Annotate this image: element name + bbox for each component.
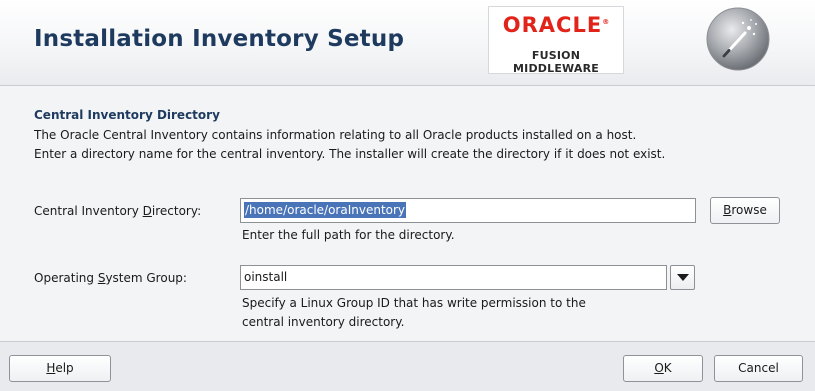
- ok-button[interactable]: OK: [623, 355, 703, 382]
- os-group-hint-line-1: Specify a Linux Group ID that has write …: [242, 296, 586, 310]
- page-title: Installation Inventory Setup: [34, 26, 405, 52]
- cancel-button[interactable]: Cancel: [714, 355, 803, 382]
- inventory-directory-hint: Enter the full path for the directory.: [242, 228, 455, 242]
- description-line-1: The Oracle Central Inventory contains in…: [34, 128, 637, 142]
- os-group-label: Operating System Group:: [34, 271, 187, 285]
- wizard-wand-icon: [705, 6, 771, 72]
- oracle-logo-text: ORACLE®: [502, 13, 610, 37]
- help-button[interactable]: Help: [9, 355, 111, 382]
- content-panel: Central Inventory Directory The Oracle C…: [0, 86, 815, 340]
- os-group-hint-line-2: central inventory directory.: [242, 315, 405, 329]
- inventory-directory-label: Central Inventory Directory:: [34, 204, 202, 218]
- inventory-directory-input[interactable]: /home/oracle/oraInventory: [240, 198, 696, 223]
- inventory-directory-value: /home/oracle/oraInventory: [244, 202, 407, 218]
- description-line-2: Enter a directory name for the central i…: [34, 147, 666, 161]
- os-group-select[interactable]: oinstall: [240, 265, 667, 290]
- section-title: Central Inventory Directory: [34, 108, 220, 122]
- header-banner: Installation Inventory Setup ORACLE® FUS…: [0, 0, 815, 86]
- oracle-logo: ORACLE® FUSION MIDDLEWARE: [488, 6, 624, 75]
- os-group-dropdown-button[interactable]: [670, 265, 695, 290]
- browse-button[interactable]: Browse: [710, 197, 780, 224]
- os-group-value: oinstall: [244, 270, 288, 284]
- product-name: FUSION MIDDLEWARE: [513, 49, 599, 75]
- chevron-down-icon: [677, 274, 689, 281]
- footer-bar: Help OK Cancel: [0, 341, 815, 391]
